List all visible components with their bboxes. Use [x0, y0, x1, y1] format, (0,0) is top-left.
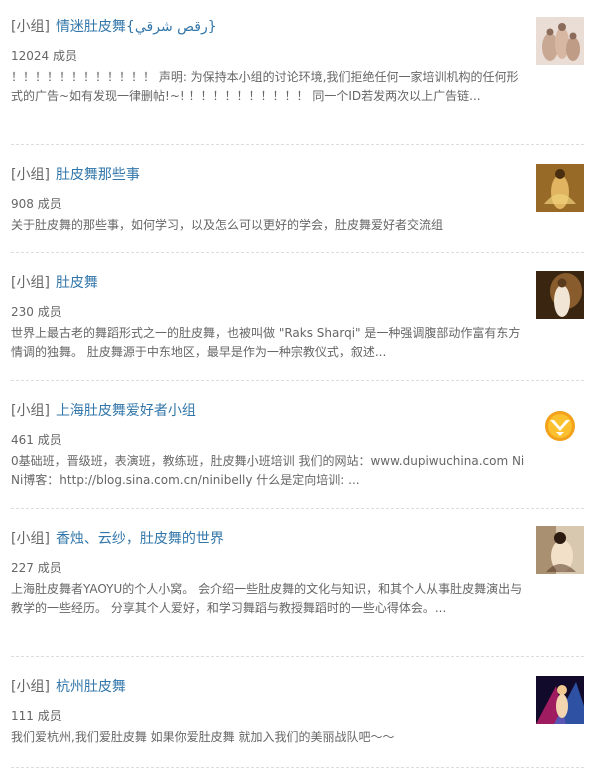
group-title-row: [小组] 肚皮舞 [11, 273, 526, 293]
group-title-link[interactable]: 肚皮舞 [56, 275, 98, 291]
group-avatar-dancer-white-image [536, 271, 584, 319]
group-description: 世界上最古老的舞蹈形式之一的肚皮舞，也被叫做 "Raks Sharqi" 是一种… [11, 326, 521, 359]
group-description: 我们爱杭州,我们爱肚皮舞 如果你爱肚皮舞 就加入我们的美丽战队吧～～ [11, 730, 395, 744]
group-avatar-dancers-image [536, 17, 584, 65]
group-tag: [小组] [11, 403, 50, 419]
group-list-item: [小组] 香烛、云纱，肚皮舞的世界 227 成员 上海肚皮舞者YAOYU的个人小窝… [11, 509, 584, 657]
group-avatar-link[interactable] [536, 164, 584, 212]
group-avatar-link[interactable] [536, 17, 584, 65]
group-description: 0基础班，晋级班，表演班，教练班，肚皮舞小班培训 我们的网站：www.dupiw… [11, 454, 525, 487]
group-tag: [小组] [11, 19, 50, 35]
group-list: [小组] 情迷肚皮舞{رقص شرقي} 12024 成员 ！！！！！！！！！！！… [11, 0, 584, 768]
group-title-row: [小组] 杭州肚皮舞 [11, 677, 526, 697]
group-list-item: [小组] 杭州肚皮舞 111 成员 我们爱杭州,我们爱肚皮舞 如果你爱肚皮舞 就加… [11, 657, 584, 768]
group-members-count: 461 成员 [11, 433, 62, 447]
group-title-link[interactable]: 上海肚皮舞爱好者小组 [56, 403, 196, 419]
group-avatar-link[interactable] [536, 271, 584, 319]
group-tag: [小组] [11, 679, 50, 695]
group-title-link[interactable]: 肚皮舞那些事 [56, 167, 140, 183]
group-avatar-dancer-colorful-image [536, 676, 584, 724]
group-description: ！！！！！！！！！！！！ 声明: 为保持本小组的讨论环境,我们拒绝任何一家培训机… [11, 70, 519, 103]
group-tag: [小组] [11, 167, 50, 183]
group-avatar-link[interactable] [536, 401, 584, 449]
group-list-item: [小组] 情迷肚皮舞{رقص شرقي} 12024 成员 ！！！！！！！！！！！… [11, 0, 584, 145]
group-title-row: [小组] 肚皮舞那些事 [11, 165, 526, 185]
group-title-row: [小组] 香烛、云纱，肚皮舞的世界 [11, 529, 526, 549]
group-avatar-dancer-golden-image [536, 164, 584, 212]
group-avatar-orange-logo-image [536, 401, 584, 449]
group-tag: [小组] [11, 275, 50, 291]
group-avatar-link[interactable] [536, 676, 584, 724]
group-list-item: [小组] 肚皮舞那些事 908 成员 关于肚皮舞的那些事，如何学习，以及怎么可以更… [11, 145, 584, 253]
group-title-row: [小组] 情迷肚皮舞{رقص شرقي} [11, 17, 526, 37]
group-members-count: 12024 成员 [11, 49, 77, 63]
group-title-link[interactable]: 香烛、云纱，肚皮舞的世界 [56, 531, 224, 547]
group-members-count: 227 成员 [11, 561, 62, 575]
group-avatar-link[interactable] [536, 526, 584, 574]
group-list-item: [小组] 上海肚皮舞爱好者小组 461 成员 0基础班，晋级班，表演班，教练班，肚… [11, 381, 584, 509]
group-tag: [小组] [11, 531, 50, 547]
group-title-link[interactable]: 情迷肚皮舞{رقص شرقي} [56, 19, 217, 35]
group-description: 关于肚皮舞的那些事，如何学习，以及怎么可以更好的学会，肚皮舞爱好者交流组 [11, 218, 444, 232]
group-description: 上海肚皮舞者YAOYU的个人小窝。 会介绍一些肚皮舞的文化与知识，和其个人从事肚… [11, 582, 523, 615]
group-list-item: [小组] 肚皮舞 230 成员 世界上最古老的舞蹈形式之一的肚皮舞，也被叫做 "R… [11, 253, 584, 381]
group-avatar-dancer-portrait-image [536, 526, 584, 574]
group-members-count: 230 成员 [11, 305, 62, 319]
group-members-count: 111 成员 [11, 709, 62, 723]
group-title-row: [小组] 上海肚皮舞爱好者小组 [11, 401, 526, 421]
group-title-link[interactable]: 杭州肚皮舞 [56, 679, 126, 695]
group-members-count: 908 成员 [11, 197, 62, 211]
